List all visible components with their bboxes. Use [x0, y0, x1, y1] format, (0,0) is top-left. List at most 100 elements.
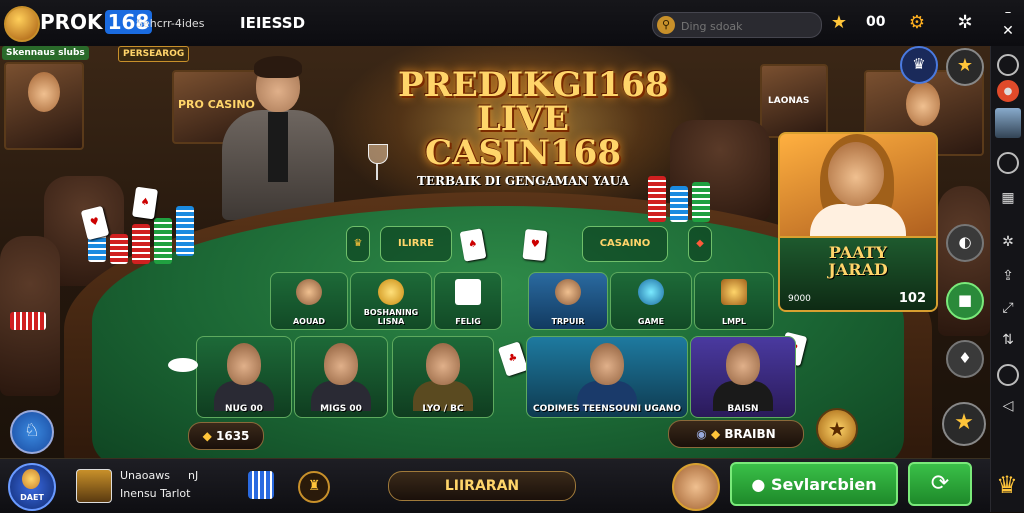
poster-left [4, 62, 84, 150]
room-pill[interactable]: ◉ ◆ BRAIBN [668, 420, 804, 448]
globe-icon: ◉ [696, 427, 707, 441]
tile-avatar [296, 279, 322, 305]
circle-icon[interactable] [997, 152, 1019, 174]
grid-icon[interactable]: ▦ [997, 188, 1019, 210]
dealer [222, 56, 334, 220]
top-bar: PROK168 Sehcrr-4ides IEIESSD ⚲ ★ 00 ⚙ ✲ … [0, 0, 1024, 47]
daily-button[interactable]: DAET [8, 463, 56, 511]
app-logo[interactable] [4, 6, 40, 42]
badge-promo: PERSEAROG [118, 46, 190, 62]
rocket-icon[interactable]: ★ [946, 48, 984, 86]
player-label: LYO / BC [422, 404, 464, 414]
back-icon[interactable]: ◁ [997, 396, 1019, 418]
record-icon[interactable]: ● [997, 80, 1019, 102]
badge-ilirre[interactable]: ILIRRE [380, 226, 452, 262]
info-line1: Unaoaws [120, 469, 170, 482]
share-icon[interactable]: ⇪ [997, 266, 1019, 288]
tile-label: BOSHANING LISNA [363, 308, 419, 326]
title-line1: PREDIKGI168 [398, 65, 669, 105]
dealer-hair [254, 56, 302, 78]
poster-side-label: LAONAS [768, 96, 810, 106]
user-avatar[interactable] [672, 463, 720, 511]
refresh-button[interactable]: ⟳ [908, 462, 972, 506]
game-tile-trpuir[interactable]: TRPUIR [528, 272, 608, 330]
badge-casaino[interactable]: CASAINO [582, 226, 668, 262]
bottom-bar: DAET Unaoaws nJ Inensu Tarlot ♜ LIIRARAN… [0, 458, 990, 513]
trophy-icon[interactable]: ♛ [346, 226, 370, 262]
game-tile-felig[interactable]: FELIG [434, 272, 502, 330]
close-icon[interactable]: ✕ [995, 18, 1021, 44]
refresh-icon: ⟳ [930, 471, 950, 496]
chip-icon [168, 358, 198, 372]
info-right: nJ [188, 469, 199, 482]
promo-right-value: 102 [898, 291, 926, 306]
search-icon: ⚲ [657, 16, 675, 34]
search-input[interactable] [679, 16, 813, 36]
chip-stack [692, 182, 710, 222]
swirl-icon [638, 279, 664, 305]
stop-button[interactable]: ■ [946, 282, 984, 320]
player-tile[interactable]: LYO / BC [392, 336, 494, 418]
coin-icon: ◆ [202, 429, 212, 443]
favorite-star-icon[interactable]: ★ [942, 402, 986, 446]
search-icon: ● [751, 475, 766, 494]
flame-icon[interactable]: ♦ [946, 340, 984, 378]
player-tile[interactable]: NUG 00 [196, 336, 292, 418]
player-avatar [324, 343, 358, 385]
vip-icon[interactable]: ♛ [900, 46, 938, 84]
game-tile-game[interactable]: GAME [610, 272, 692, 330]
chip-stack [154, 218, 172, 264]
circle-icon[interactable] [997, 54, 1019, 76]
shield-icon[interactable]: ♜ [298, 471, 330, 503]
tile-label: GAME [637, 317, 665, 326]
coin-icon: ◆ [710, 427, 721, 441]
coin-count: 00 [866, 14, 886, 30]
profile-icon[interactable]: ◐ [946, 224, 984, 262]
settings-icon[interactable]: ✲ [997, 232, 1019, 254]
gear-icon[interactable]: ⚙ [904, 10, 930, 36]
search-box[interactable]: ⚲ [652, 12, 822, 38]
star-icon[interactable]: ★ [816, 408, 858, 450]
circle-icon[interactable] [997, 364, 1019, 386]
expand-icon[interactable]: ⤢ [997, 298, 1019, 320]
settings-icon[interactable]: ✲ [952, 10, 978, 36]
balance-pill[interactable]: ◆ 1635 [188, 422, 264, 450]
player-label: MIGS 00 [320, 404, 362, 414]
game-title: PREDIKGI168 LIVE CASIN168 TERBAIK DI GEN… [398, 65, 669, 188]
gem-icon[interactable]: ◆ [688, 226, 712, 262]
room-label: BRAIBN [724, 427, 776, 441]
swap-icon[interactable]: ⇅ [997, 330, 1019, 352]
center-label-pill[interactable]: LIIRARAN [388, 471, 576, 501]
bars-icon[interactable] [248, 471, 274, 499]
tile-label: AOUAD [292, 317, 326, 326]
thumbnail-image[interactable] [995, 108, 1021, 138]
tile-label: LMPL [721, 317, 747, 326]
chip-stack [10, 312, 46, 330]
chip-stack [110, 234, 128, 264]
game-tile-boshaning[interactable]: BOSHANING LISNA [350, 272, 432, 330]
star-icon[interactable]: ★ [826, 10, 852, 36]
player-tile[interactable]: BAISN [690, 336, 796, 418]
daily-label: DAET [20, 493, 44, 502]
player-tile-featured[interactable]: CODIMES TEENSOUNI UGANO [526, 336, 688, 418]
tile-avatar [555, 279, 581, 305]
search-cta-button[interactable]: ● Sevlarcbien [730, 462, 898, 506]
game-tile-lmpl[interactable]: LMPL [694, 272, 774, 330]
slot-machine-icon[interactable] [76, 469, 112, 503]
player-label: CODIMES TEENSOUNI UGANO [532, 404, 682, 414]
playing-card: ♠ [132, 186, 158, 220]
player-tile[interactable]: MIGS 00 [294, 336, 388, 418]
chip-stack [132, 224, 150, 264]
wine-glass-icon [368, 144, 388, 184]
cta-label: Sevlarcbien [770, 475, 877, 494]
player-label: NUG 00 [225, 404, 263, 414]
trophy-icon[interactable]: ♛ [990, 462, 1024, 508]
promo-card[interactable]: PAATY JARAD 9000 102 [778, 132, 938, 312]
chat-icon[interactable]: ♘ [10, 410, 54, 454]
game-tile-aouad[interactable]: AOUAD [270, 272, 348, 330]
player-avatar [590, 343, 624, 385]
title-line2: LIVE CASIN168 [425, 99, 621, 173]
brand-subtitle: Sehcrr-4ides [136, 17, 205, 30]
header-title[interactable]: IEIESSD [240, 14, 305, 32]
poster-center-right: LAONAS [760, 64, 828, 138]
